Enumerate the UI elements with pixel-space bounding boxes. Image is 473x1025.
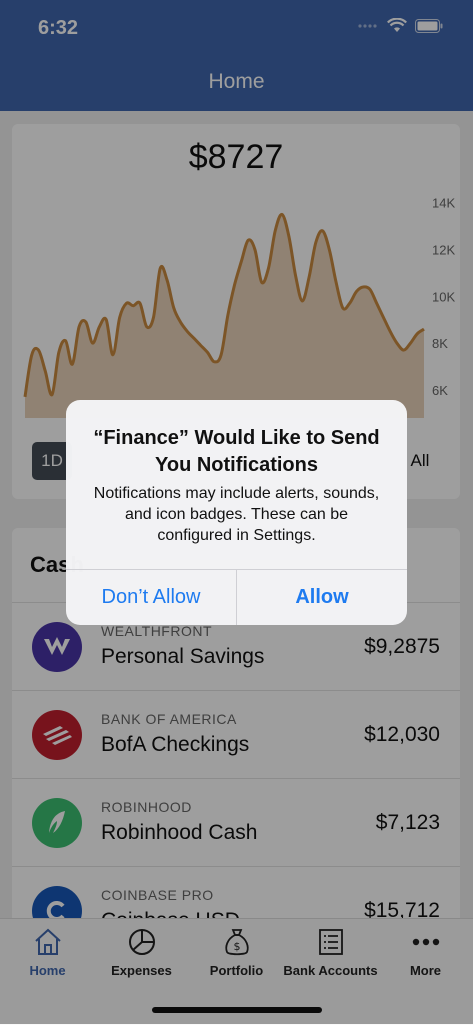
notification-permission-alert: “Finance” Would Like to Send You Notific… <box>66 400 407 625</box>
dont-allow-button[interactable]: Don’t Allow <box>66 570 236 625</box>
alert-title: “Finance” Would Like to Send You Notific… <box>93 427 380 476</box>
allow-button[interactable]: Allow <box>237 570 407 625</box>
alert-message: Notifications may include alerts, sounds… <box>93 485 380 544</box>
